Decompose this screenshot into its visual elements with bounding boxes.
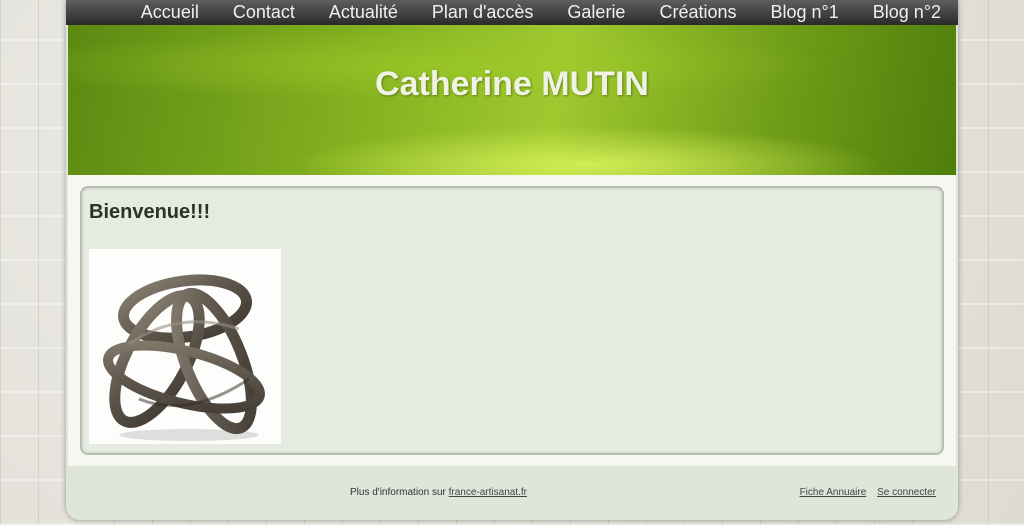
sculpture-image[interactable]: [89, 249, 281, 444]
top-navigation: Accueil Contact Actualité Plan d'accès G…: [66, 0, 958, 25]
page-container: Accueil Contact Actualité Plan d'accès G…: [66, 0, 958, 520]
nav-item-creations[interactable]: Créations: [659, 0, 736, 25]
content-area: Bienvenue!!!: [68, 175, 956, 466]
nav-item-galerie[interactable]: Galerie: [567, 0, 625, 25]
nav-item-plan-acces[interactable]: Plan d'accès: [432, 0, 534, 25]
header-banner: Catherine MUTIN: [68, 25, 956, 175]
footer-links: Fiche Annuaire Se connecter: [792, 487, 936, 498]
footer-info-text: Plus d'information sur: [350, 487, 446, 498]
page-heading: Bienvenue!!!: [89, 201, 211, 223]
metal-knot-sculpture-icon: [103, 274, 265, 441]
nav-item-contact[interactable]: Contact: [233, 0, 295, 25]
nav-item-accueil[interactable]: Accueil: [141, 0, 199, 25]
nav-menu: Accueil Contact Actualité Plan d'accès G…: [107, 0, 941, 25]
footer-info: Plus d'information sur france-artisanat.…: [350, 487, 527, 498]
fiche-annuaire-link[interactable]: Fiche Annuaire: [800, 487, 867, 498]
login-link[interactable]: Se connecter: [877, 487, 936, 498]
content-panel: Bienvenue!!!: [80, 186, 944, 455]
nav-item-actualite[interactable]: Actualité: [329, 0, 398, 25]
site-title: Catherine MUTIN: [375, 65, 649, 103]
nav-item-blog-1[interactable]: Blog n°1: [771, 0, 839, 25]
footer: Plus d'information sur france-artisanat.…: [66, 466, 958, 520]
france-artisanat-link[interactable]: france-artisanat.fr: [449, 487, 527, 498]
nav-item-blog-2[interactable]: Blog n°2: [873, 0, 941, 25]
